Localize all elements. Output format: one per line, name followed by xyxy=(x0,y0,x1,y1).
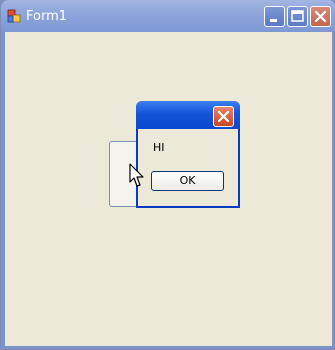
dialog-message: HI xyxy=(153,141,165,154)
close-icon xyxy=(314,10,327,23)
dialog-close-button[interactable] xyxy=(213,106,234,127)
ok-button[interactable]: OK xyxy=(151,171,224,191)
minimize-icon xyxy=(270,19,277,22)
close-button[interactable] xyxy=(310,6,331,27)
maximize-icon xyxy=(291,10,304,22)
arrow-cursor-icon xyxy=(129,163,144,187)
app-icon xyxy=(7,9,21,23)
dialog-title-bar[interactable] xyxy=(136,101,240,129)
window-title: Form1 xyxy=(26,9,68,24)
minimize-button[interactable] xyxy=(264,6,285,27)
title-bar[interactable]: Form1 xyxy=(1,0,335,32)
maximize-button[interactable] xyxy=(287,6,308,27)
close-icon xyxy=(217,110,230,123)
message-dialog: HI OK xyxy=(136,101,240,208)
